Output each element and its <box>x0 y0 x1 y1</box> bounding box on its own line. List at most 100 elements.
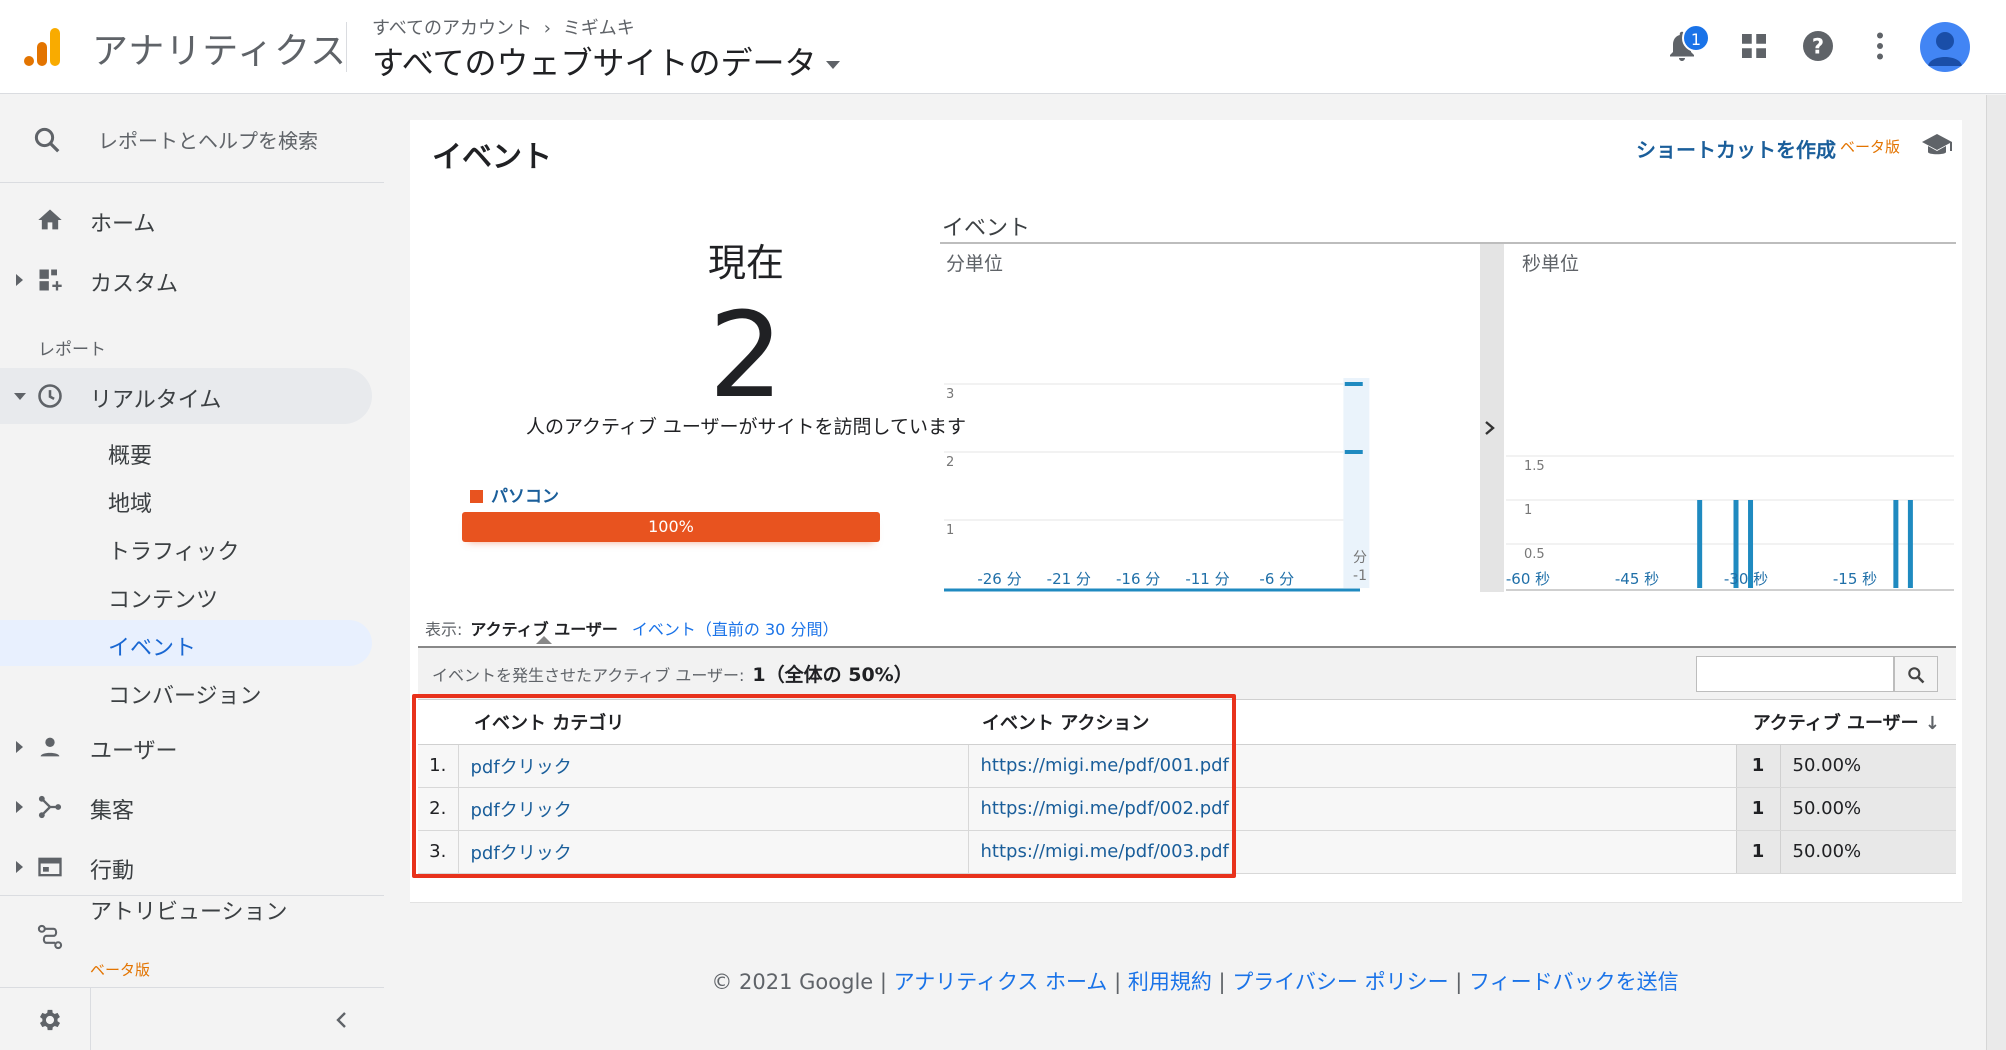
sidebar-item-acquisition[interactable]: 集客 <box>0 779 384 835</box>
row-user-count: 1 <box>1735 787 1781 831</box>
row-user-percent: 50.00% <box>1780 744 1956 788</box>
view-toggle-label: 表示: <box>425 620 463 639</box>
acquisition-icon <box>38 795 62 819</box>
analytics-logo-icon[interactable] <box>22 26 64 68</box>
top-bar: アナリティクス すべてのアカウント › ミギムキ すべてのウェブサイトのデータ … <box>0 0 2006 94</box>
beta-label: ベータ版 <box>1840 138 1901 156</box>
search-icon <box>34 127 60 153</box>
view-name: すべてのウェブサイトのデータ <box>372 44 817 82</box>
header-active-users[interactable]: アクティブ ユーザー ↓ <box>1736 700 1956 745</box>
create-shortcut-link[interactable]: ショートカットを作成 <box>1636 134 1836 163</box>
sidebar-item-label: リアルタイム <box>90 388 222 413</box>
person-icon <box>40 737 60 757</box>
breadcrumb-account[interactable]: すべてのアカウント <box>372 18 532 39</box>
sidebar-item-label: ホーム <box>90 212 156 237</box>
sidebar-item-realtime[interactable]: リアルタイム <box>0 368 372 424</box>
view-selector[interactable]: すべてのウェブサイトのデータ <box>372 38 841 84</box>
row-user-percent: 50.00% <box>1780 830 1956 874</box>
x-tick-label: -30 秒 <box>1724 570 1768 588</box>
x-tick-label: -16 分 <box>1116 570 1160 588</box>
active-user-count: 2 <box>708 286 784 424</box>
sidebar-footer-divider <box>90 988 91 1050</box>
breadcrumb-separator-icon: › <box>543 18 551 39</box>
events-chart: 分単位 1 2 3 -26 分 -21 分 -16 分 -11 分 -6 分 分 -1 秒単位 0.5 1… <box>944 244 1954 592</box>
row-user-count: 1 <box>1735 744 1781 788</box>
x-tick-label: -15 秒 <box>1833 570 1877 588</box>
sidebar-item-label: 行動 <box>90 859 135 884</box>
expand-arrow-icon <box>16 861 23 873</box>
x-tick-label: -11 分 <box>1185 570 1229 588</box>
sidebar-item-behavior[interactable]: 行動 <box>0 839 384 895</box>
sidebar-subitem-traffic[interactable]: トラフィック <box>0 524 372 570</box>
x-end-label: -1 <box>1353 568 1367 584</box>
x-tick-label: -45 秒 <box>1615 570 1659 588</box>
y-tick-label: 1 <box>1524 503 1532 518</box>
gear-icon[interactable] <box>36 1006 64 1034</box>
user-avatar-icon <box>1928 32 1962 66</box>
graduation-cap-icon[interactable] <box>1920 130 1954 160</box>
report-panel: イベント ショートカットを作成 ベータ版 現在 2 人のアクティブ ユーザーがサ… <box>410 120 1962 910</box>
page-scrollbar[interactable] <box>1986 95 2006 1050</box>
sidebar-subitem-conversions[interactable]: コンバージョン <box>0 668 372 714</box>
section-heading-reports: レポート <box>38 340 106 360</box>
sidebar-item-custom[interactable]: カスタム <box>0 252 384 308</box>
x-tick-label: -60 秒 <box>1506 570 1550 588</box>
footer-link-privacy[interactable]: プライバシー ポリシー <box>1232 970 1448 994</box>
footer-link-feedback[interactable]: フィードバックを送信 <box>1469 970 1679 994</box>
footer-copyright: © 2021 Google <box>711 970 874 994</box>
sidebar-subitem-label: トラフィック <box>108 540 240 565</box>
chevron-down-icon <box>826 61 841 69</box>
page-title: イベント <box>432 140 552 175</box>
more-vert-icon[interactable] <box>1862 28 1898 64</box>
device-label: パソコン <box>491 487 559 507</box>
collapse-arrow-icon <box>14 393 26 400</box>
home-icon <box>38 209 62 230</box>
sidebar-subitem-events[interactable]: イベント <box>0 620 372 666</box>
sidebar-subitem-locations[interactable]: 地域 <box>0 476 372 522</box>
sidebar-item-users[interactable]: ユーザー <box>0 719 384 775</box>
header-active-users-label: アクティブ ユーザー <box>1752 712 1919 734</box>
attribution-icon <box>37 924 63 950</box>
sidebar-subitem-overview[interactable]: 概要 <box>0 428 372 474</box>
table-search-button[interactable] <box>1894 656 1938 692</box>
svg-text:?: ? <box>1812 35 1824 59</box>
sidebar-footer <box>0 987 384 1050</box>
report-search[interactable]: レポートとヘルプを検索 <box>0 95 384 183</box>
sidebar-subitem-content[interactable]: コンテンツ <box>0 572 372 618</box>
footer-separator: | <box>1114 970 1128 994</box>
footer-link-analytics-home[interactable]: アナリティクス ホーム <box>894 970 1108 994</box>
expand-arrow-icon <box>16 274 23 286</box>
sidebar-item-home[interactable]: ホーム <box>0 192 384 248</box>
sidebar-item-label: アトリビューション <box>90 900 288 925</box>
x-tick-label: -21 分 <box>1047 570 1091 588</box>
expand-arrow-icon <box>16 801 23 813</box>
view-events-tab[interactable]: イベント（直前の 30 分間） <box>632 620 839 639</box>
expand-arrow-icon <box>16 741 23 753</box>
minute-bar-marker <box>1344 382 1363 386</box>
panel-separator <box>1480 244 1504 592</box>
sidebar-item-label: 集客 <box>90 799 135 824</box>
sidebar-item-label: ユーザー <box>90 739 178 764</box>
second-bar <box>1893 500 1899 588</box>
footer-separator: | <box>879 970 894 994</box>
clock-icon <box>38 384 62 408</box>
y-tick-label: 2 <box>946 455 954 470</box>
x-tick-label: -26 分 <box>977 570 1021 588</box>
collapse-sidebar-chevron-icon[interactable] <box>330 1008 354 1032</box>
sidebar-subitem-label: コンバージョン <box>108 684 262 709</box>
breadcrumb[interactable]: すべてのアカウント › ミギムキ <box>372 14 635 40</box>
summary-value: 1（全体の 50%） <box>752 664 913 686</box>
sidebar-item-label: カスタム <box>90 272 179 297</box>
app-name: アナリティクス <box>92 31 348 72</box>
account-avatar[interactable] <box>1920 22 1970 72</box>
apps-grid-icon[interactable] <box>1736 28 1772 64</box>
sidebar-subitem-label: 地域 <box>108 492 153 517</box>
breadcrumb-property[interactable]: ミギムキ <box>563 18 635 39</box>
y-tick-label: 1 <box>946 523 954 538</box>
device-share-bar: 100% <box>462 512 880 542</box>
footer-link-terms[interactable]: 利用規約 <box>1128 970 1212 994</box>
help-icon[interactable]: ? <box>1800 28 1836 64</box>
panel-title-minutes: 分単位 <box>946 253 1003 275</box>
panel-bottom-strip <box>410 902 1962 910</box>
table-search-input[interactable] <box>1696 656 1894 692</box>
